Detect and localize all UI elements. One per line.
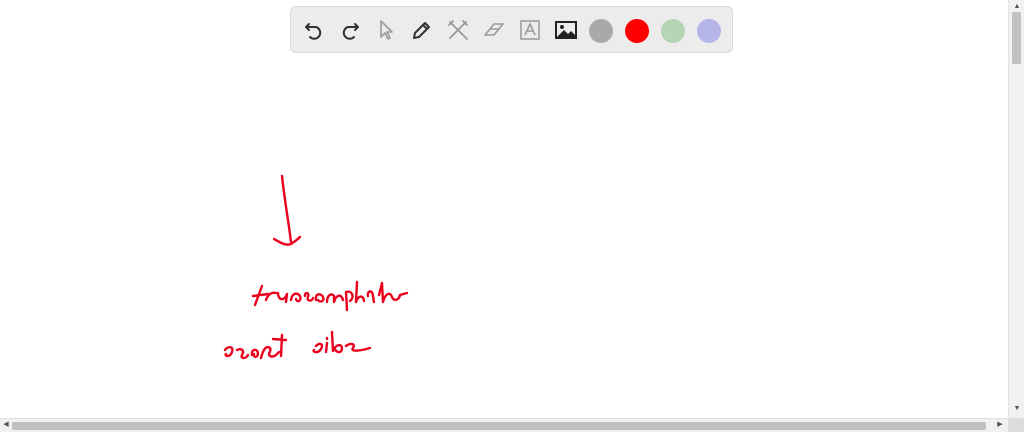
image-icon xyxy=(555,21,577,39)
redo-button[interactable] xyxy=(336,16,364,44)
undo-button[interactable] xyxy=(300,16,328,44)
color-swatch-red[interactable] xyxy=(625,19,649,43)
horizontal-scroll-thumb[interactable] xyxy=(12,422,986,430)
undo-icon xyxy=(305,23,322,40)
handwritten-word-2 xyxy=(223,333,288,360)
handwritten-word-1 xyxy=(251,280,409,312)
color-swatch-green[interactable] xyxy=(661,19,685,43)
pen-icon xyxy=(413,22,430,39)
scrollbar-corner xyxy=(1008,418,1024,432)
arrow-shaft xyxy=(280,174,293,244)
color-swatch-purple[interactable] xyxy=(697,19,721,43)
select-pointer-icon xyxy=(380,20,393,40)
horizontal-scrollbar[interactable]: ◀ ▶ xyxy=(0,418,1008,432)
eraser-tool-button[interactable] xyxy=(480,16,508,44)
redo-icon xyxy=(342,23,359,40)
handwritten-word-3 xyxy=(312,330,372,354)
vertical-scroll-thumb[interactable] xyxy=(1012,12,1021,64)
image-tool-button[interactable] xyxy=(552,16,580,44)
eraser-icon xyxy=(484,23,504,36)
scroll-up-arrow-icon[interactable]: ▲ xyxy=(1012,2,1022,12)
drawing-canvas[interactable] xyxy=(0,0,1008,418)
vertical-scrollbar[interactable]: ▲ ▼ xyxy=(1008,0,1024,418)
select-tool-button[interactable] xyxy=(372,16,400,44)
scroll-left-arrow-icon[interactable]: ◀ xyxy=(1,420,11,430)
text-icon xyxy=(520,20,540,40)
scroll-down-arrow-icon[interactable]: ▼ xyxy=(1012,404,1022,414)
drawing-toolbar xyxy=(290,6,733,53)
handwriting-ink xyxy=(223,174,409,360)
color-swatch-gray[interactable] xyxy=(589,19,613,43)
pen-tool-button[interactable] xyxy=(408,16,436,44)
arrow-head xyxy=(272,235,302,246)
scroll-right-arrow-icon[interactable]: ▶ xyxy=(995,420,1005,430)
tools-icon xyxy=(448,20,468,40)
text-tool-button[interactable] xyxy=(516,16,544,44)
tools-button[interactable] xyxy=(444,16,472,44)
